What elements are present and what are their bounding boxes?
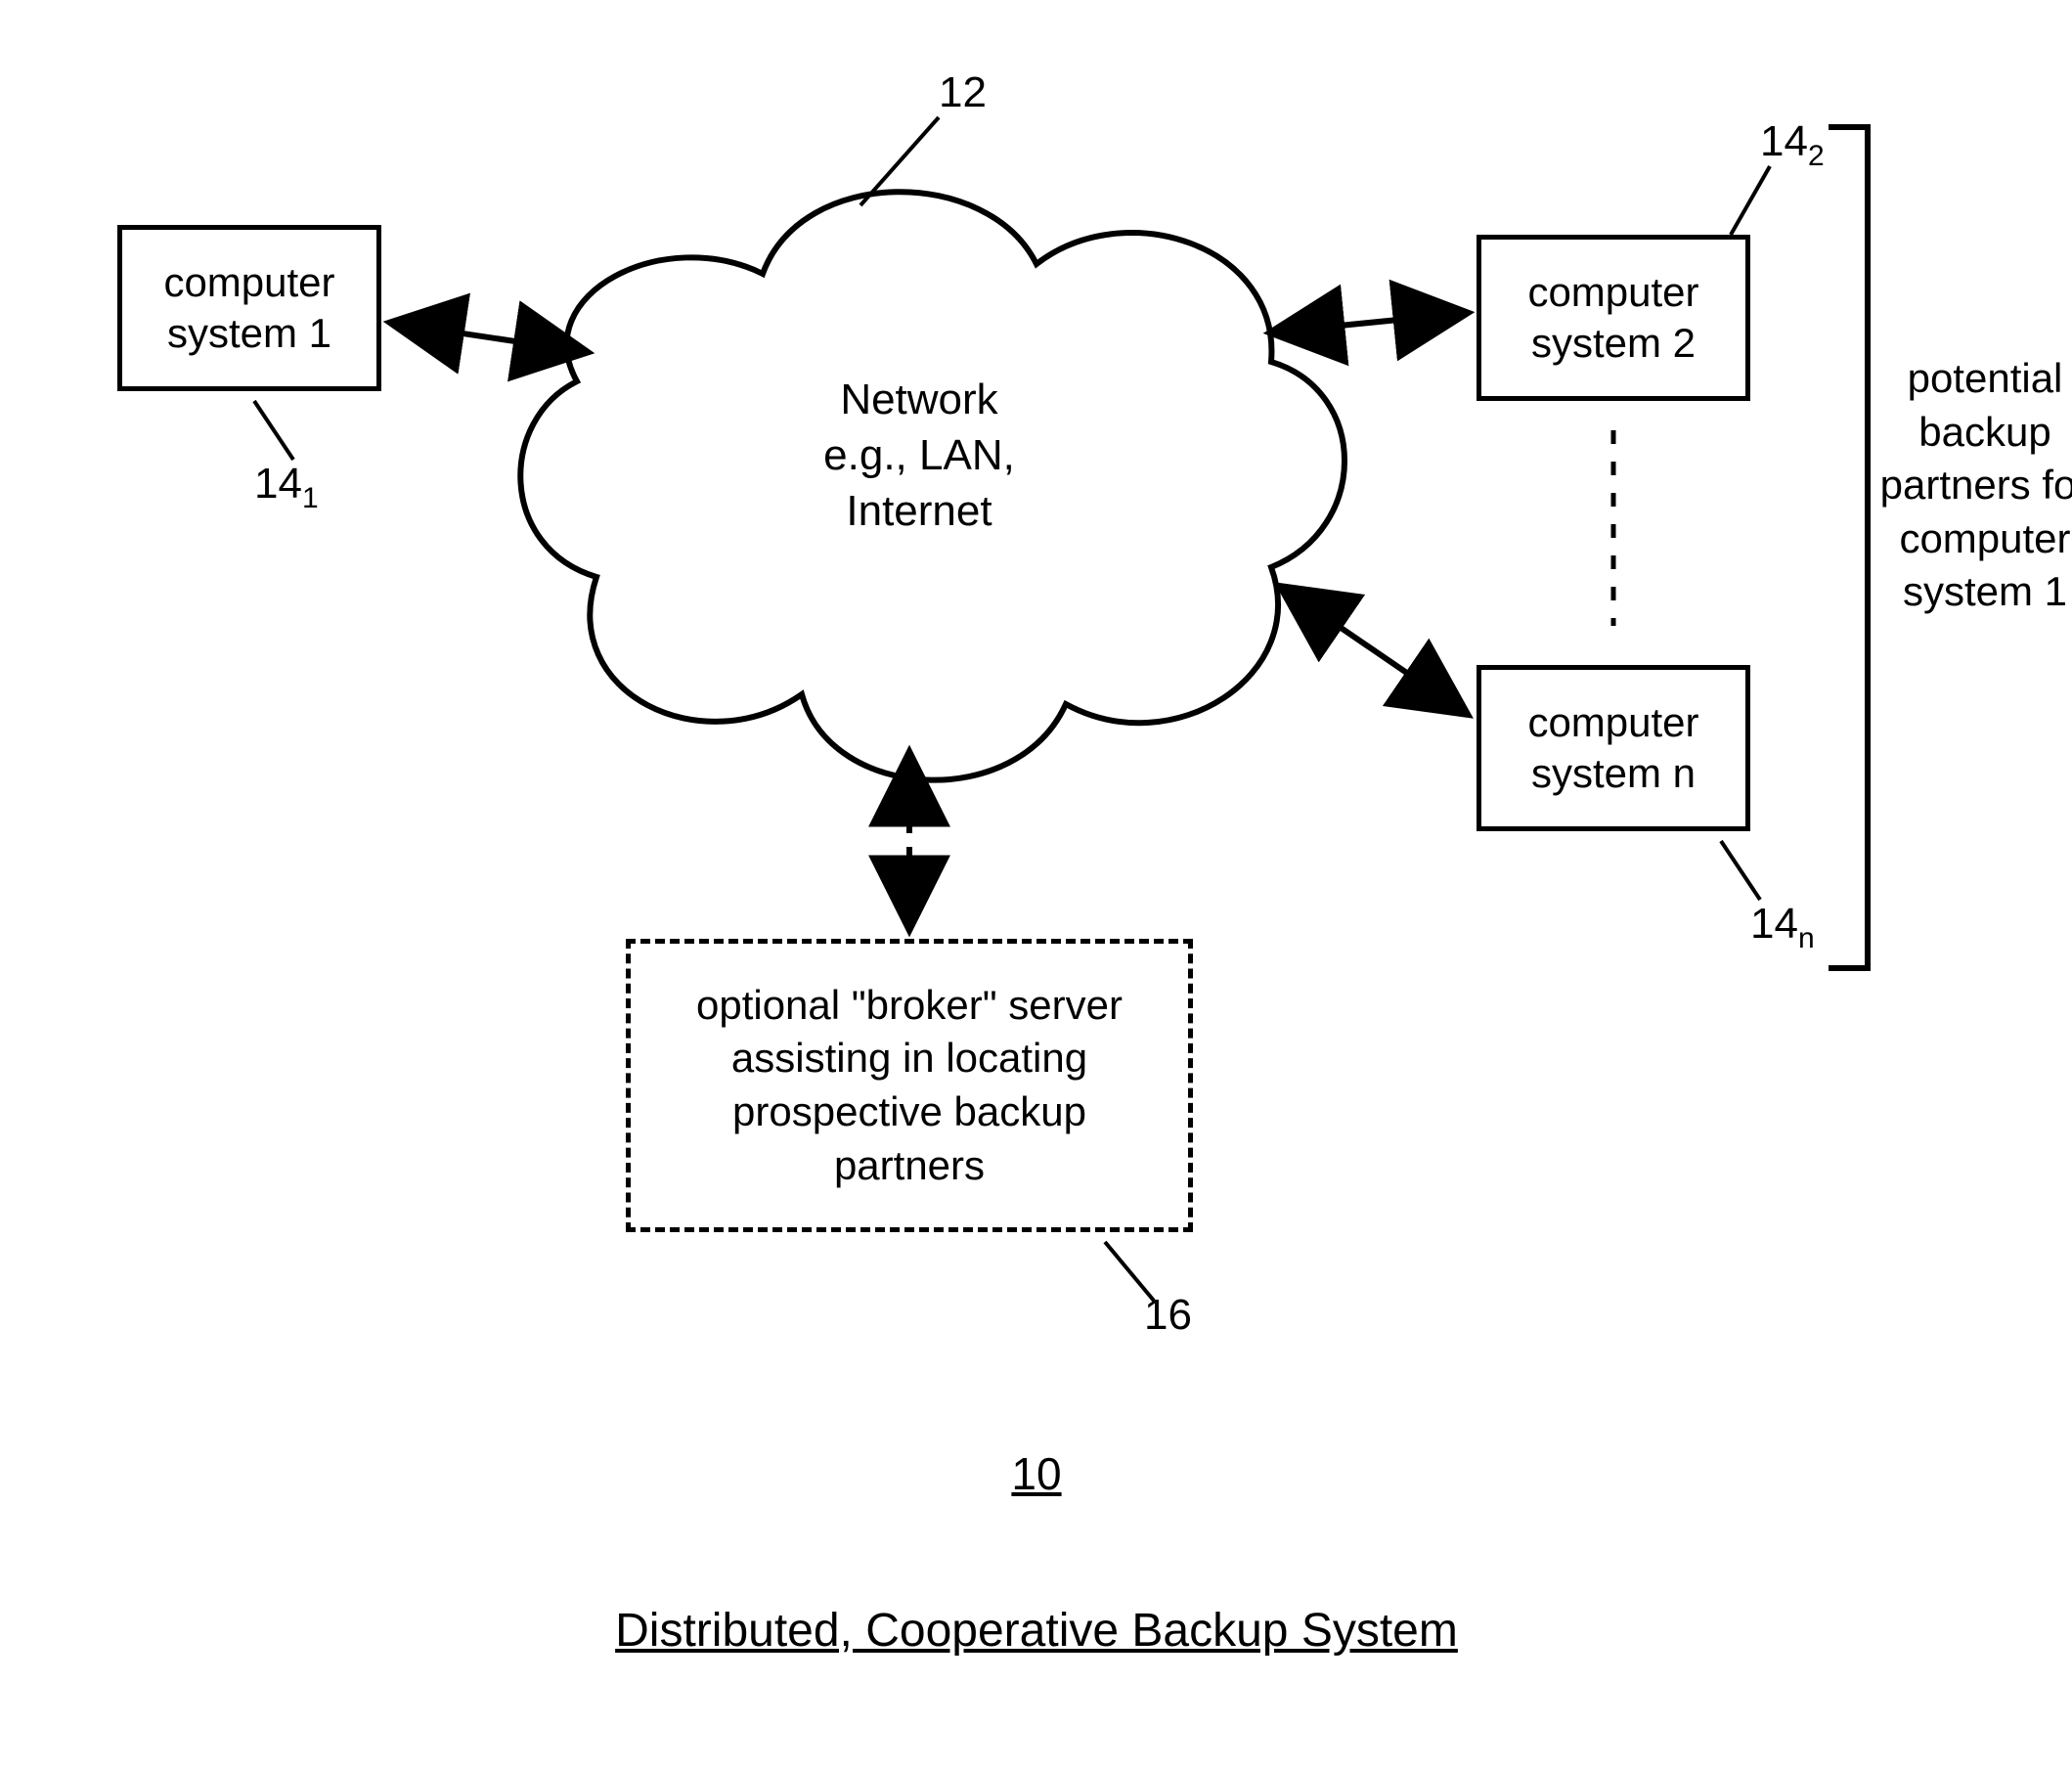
arrow-network-system2	[1271, 313, 1467, 332]
computer-system-n-box: computer system n	[1477, 665, 1750, 831]
diagram-stage: computer system 1 computer system 2 comp…	[0, 0, 2072, 1771]
group-label: potential backup partners for computer s…	[1877, 352, 2072, 619]
leader-line-14-2	[1731, 166, 1770, 235]
computer-system-2-box: computer system 2	[1477, 235, 1750, 401]
group-bracket	[1829, 127, 1868, 968]
leader-line-14-1	[254, 401, 293, 460]
leader-line-12	[860, 117, 939, 205]
ref-14-2: 142	[1760, 117, 1825, 173]
figure-number: 10	[939, 1447, 1134, 1500]
arrow-system1-network	[391, 323, 587, 352]
computer-system-2-label: computer system 2	[1527, 267, 1698, 370]
ref-16: 16	[1144, 1291, 1192, 1340]
computer-system-1-box: computer system 1	[117, 225, 381, 391]
ref-14-n: 14n	[1750, 900, 1815, 955]
arrow-network-systemn	[1281, 587, 1467, 714]
ref-14-1: 141	[254, 460, 319, 515]
computer-system-1-label: computer system 1	[163, 257, 334, 360]
broker-box: optional "broker" server assisting in lo…	[626, 939, 1193, 1232]
network-label: Network e.g., LAN, Internet	[743, 372, 1095, 540]
leader-line-14-n	[1721, 841, 1760, 900]
broker-label: optional "broker" server assisting in lo…	[696, 979, 1123, 1192]
figure-title: Distributed, Cooperative Backup System	[548, 1604, 1525, 1658]
computer-system-n-label: computer system n	[1527, 697, 1698, 800]
ref-12: 12	[939, 68, 987, 117]
